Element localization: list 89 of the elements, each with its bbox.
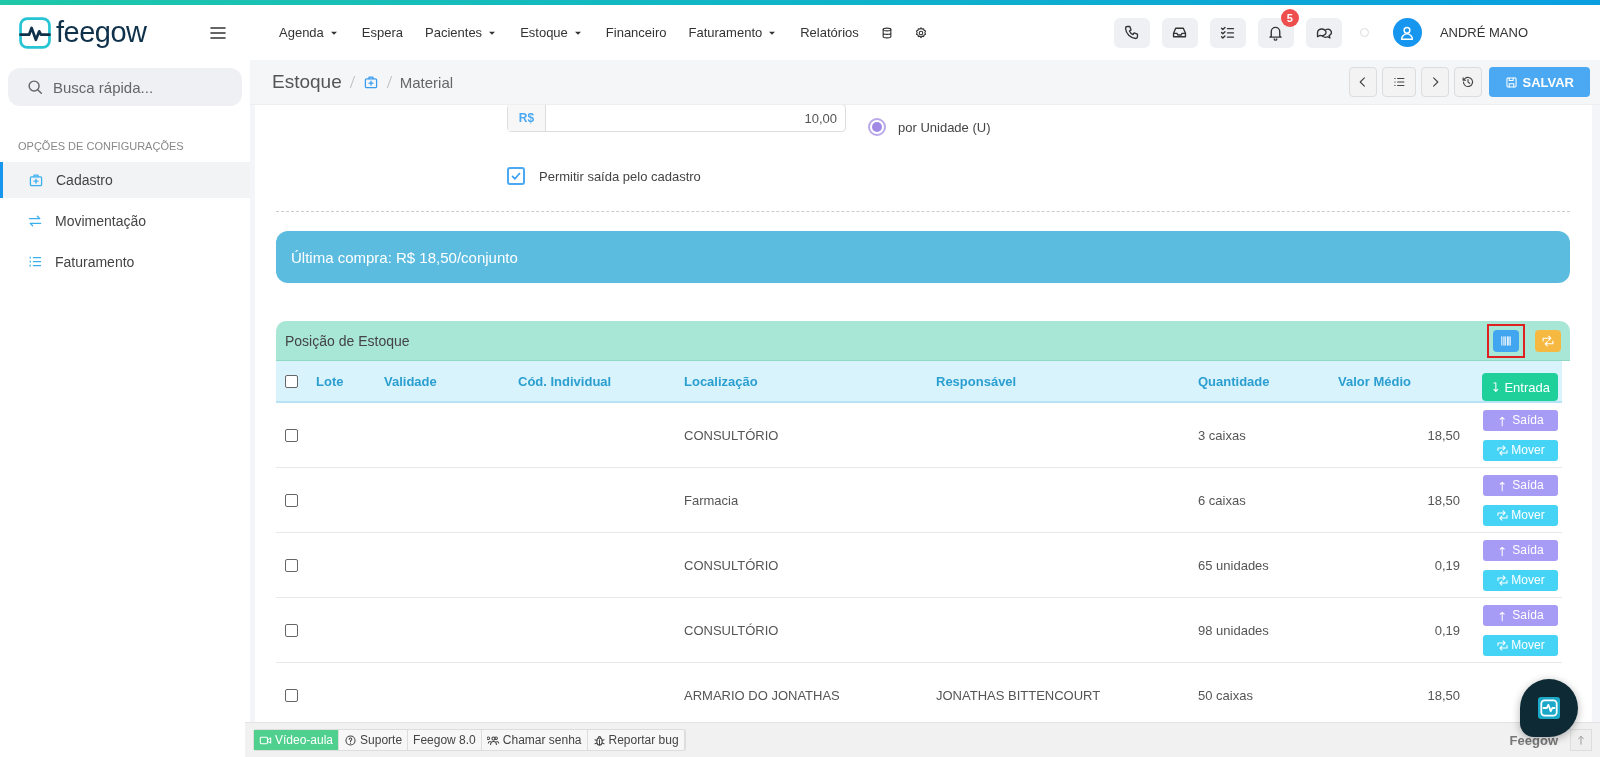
table-cell: 18,50 (1427, 687, 1460, 703)
table-cell: 50 caixas (1198, 687, 1253, 703)
table-cell: CONSULTÓRIO (684, 557, 779, 573)
list-button[interactable] (1382, 67, 1417, 97)
column-header: Quantidade (1198, 361, 1338, 403)
table-cell: 0,19 (1434, 622, 1460, 638)
price-field[interactable]: R$ 10,00 (507, 104, 846, 132)
logo-icon (18, 15, 52, 50)
currency-label: R$ (508, 105, 546, 131)
table-cell: 18,50 (1427, 492, 1460, 508)
checkbox[interactable] (507, 167, 525, 185)
checkbox[interactable] (285, 558, 298, 572)
help-icon (344, 733, 358, 747)
column-header: Lote (316, 361, 384, 403)
footer-link[interactable]: Suporte (339, 730, 409, 750)
nav-link[interactable]: Estoque (509, 25, 595, 40)
bell-icon (1267, 24, 1285, 41)
table-cell: 0,19 (1434, 557, 1460, 573)
logo-text[interactable]: feegow (56, 16, 147, 49)
notification-badge: 5 (1280, 8, 1299, 27)
transfer-arrows-icon (1540, 333, 1556, 348)
table-cell: 3 caixas (1198, 427, 1246, 443)
column-header: Responsável (936, 361, 1198, 403)
panel-title: Posição de Estoque (285, 332, 410, 349)
table-cell: Farmacia (684, 492, 739, 508)
checkbox[interactable] (285, 374, 298, 388)
list-icon (1392, 75, 1407, 89)
table-cell: 6 caixas (1198, 492, 1246, 508)
checklist-icon (1219, 24, 1237, 41)
nav-link[interactable]: Financeiro (594, 25, 678, 40)
transfer-arrows-icon (1496, 508, 1510, 522)
barcode-button[interactable] (1487, 323, 1525, 358)
checkbox-label: Permitir saída pelo cadastro (539, 168, 701, 184)
nav-link[interactable]: Agenda (268, 25, 351, 40)
nav-link[interactable]: Relatórios (789, 25, 870, 40)
footer-link[interactable]: Chamar senha (481, 730, 588, 750)
list-icon (27, 254, 43, 270)
footer-brand: Feegow (1509, 732, 1558, 748)
sidebar-item[interactable]: Cadastro (0, 162, 250, 198)
footer-link[interactable]: Feegow 8.0 (408, 730, 482, 750)
medical-kit-icon (28, 172, 44, 188)
sidebar-item[interactable]: Faturamento (0, 244, 250, 280)
checkbox[interactable] (285, 428, 298, 442)
table-cell: 65 unidades (1198, 557, 1269, 573)
column-header: Localização (684, 361, 936, 403)
chat-button[interactable] (1305, 17, 1342, 48)
nav-link[interactable]: Faturamento (677, 25, 790, 40)
tasks-button[interactable] (1209, 17, 1246, 48)
user-name[interactable]: ANDRÉ MANO (1439, 25, 1528, 40)
phone-button[interactable] (1113, 17, 1150, 48)
checkbox[interactable] (285, 623, 298, 637)
people-icon (486, 733, 500, 747)
column-header: Validade (384, 361, 518, 403)
checkbox[interactable] (285, 688, 298, 702)
table-cell: 18,50 (1427, 427, 1460, 443)
page-title: Estoque (272, 71, 342, 93)
section-heading: OPÇÕES DE CONFIGURAÇÕES (17, 139, 185, 154)
column-header: Valor Médio (1338, 361, 1468, 403)
history-icon (1461, 75, 1476, 89)
pulse-icon (1538, 697, 1560, 719)
table-cell: JONATHAS BITTENCOURT (936, 687, 1101, 703)
search-field[interactable]: Busca rápida... (8, 68, 242, 106)
nav-link[interactable]: Espera (350, 25, 415, 40)
table-cell: ARMARIO DO JONATHAS (684, 687, 840, 703)
radio-button[interactable] (868, 118, 886, 136)
sidebar-item[interactable]: Movimentação (0, 203, 250, 239)
transfer-arrows-icon (1496, 443, 1510, 457)
breadcrumb-item[interactable]: Material (399, 73, 454, 91)
table-cell: CONSULTÓRIO (684, 427, 779, 443)
checkbox[interactable] (285, 493, 298, 507)
radio-label: por Unidade (U) (898, 119, 991, 135)
column-header: Cód. Individual (518, 361, 684, 403)
footer-link[interactable]: Reportar bug (587, 730, 685, 750)
swap-arrows-icon (27, 213, 43, 229)
barcode-icon (1498, 333, 1514, 348)
table-cell: 98 unidades (1198, 622, 1269, 638)
transfer-arrows-icon (1496, 638, 1510, 652)
bug-icon (592, 733, 606, 747)
history-button[interactable] (1454, 67, 1483, 97)
table-cell: CONSULTÓRIO (684, 622, 779, 638)
settings-icon[interactable] (913, 25, 928, 40)
transfer-arrows-icon (1496, 573, 1510, 587)
inbox-button[interactable] (1161, 17, 1198, 48)
avatar[interactable] (1392, 18, 1422, 47)
medical-kit-icon[interactable] (362, 74, 379, 90)
phone-icon (1123, 24, 1141, 41)
nav-link[interactable]: Pacientes (414, 25, 510, 40)
arrow-up-icon (1575, 734, 1587, 746)
info-banner: Última compra: R$ 18,50/conjunto (276, 231, 1570, 283)
